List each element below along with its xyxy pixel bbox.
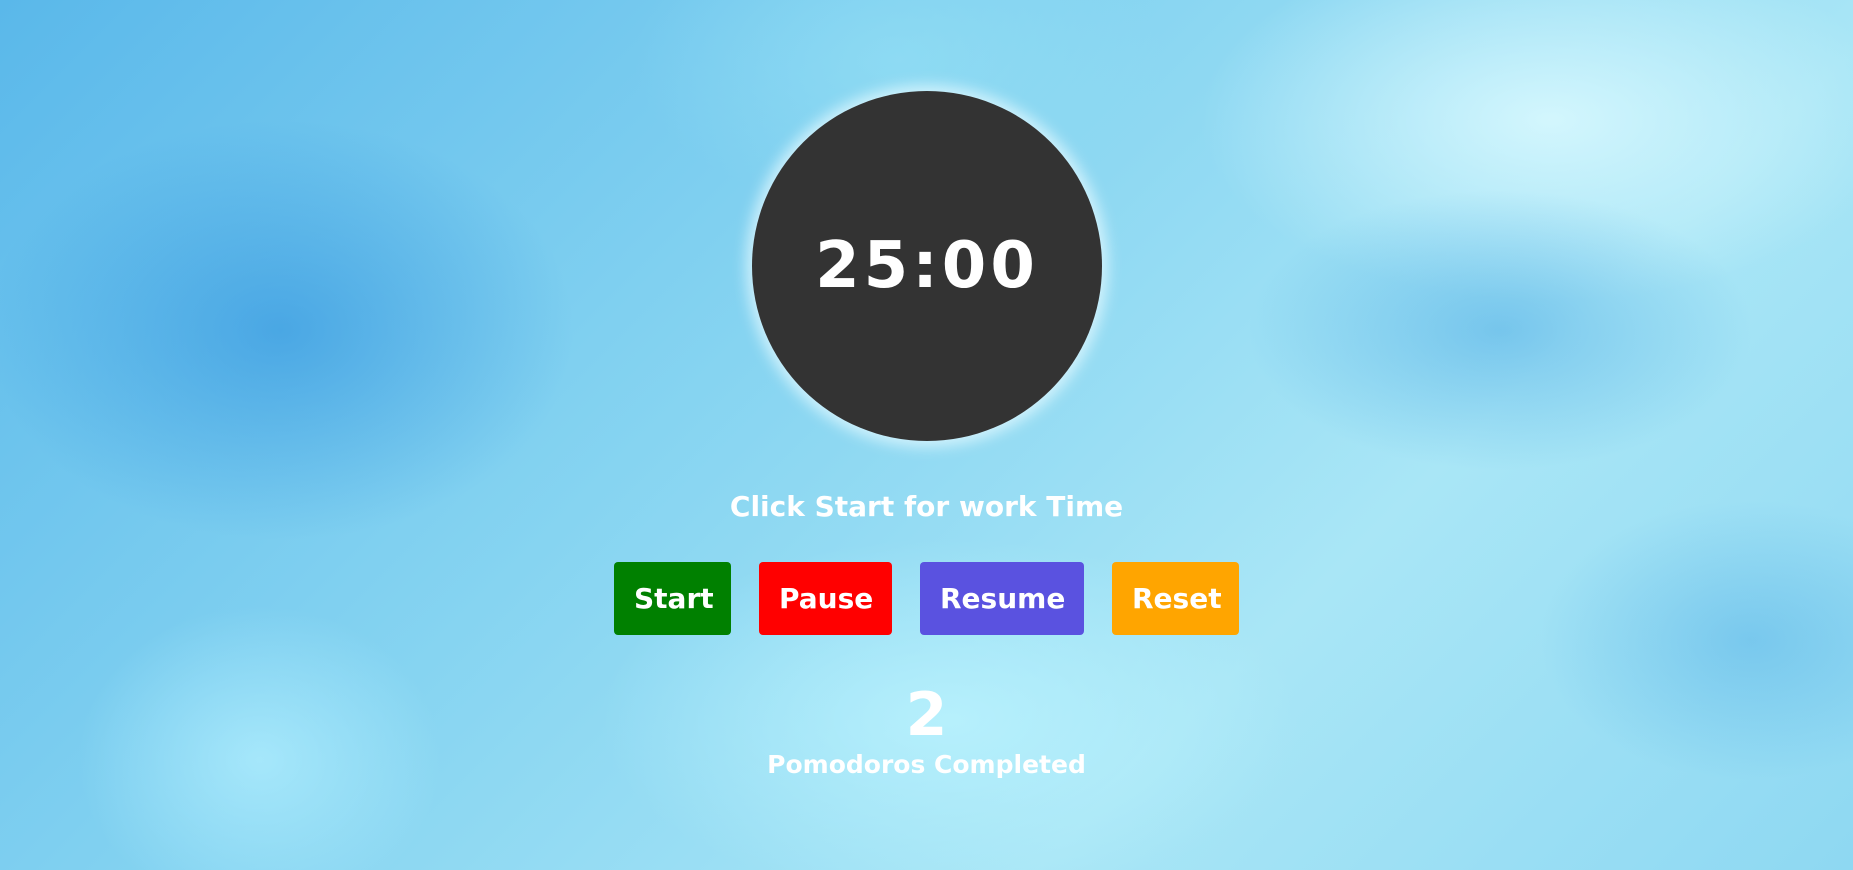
control-buttons: Start Pause Resume Reset xyxy=(0,562,1853,635)
status-message: Click Start for work Time xyxy=(729,490,1124,523)
pomodoro-count-label: Pomodoros Completed xyxy=(767,750,1086,779)
timer-display: 25:00 xyxy=(815,229,1039,303)
start-button[interactable]: Start xyxy=(614,562,731,635)
timer-circle: 25:00 xyxy=(752,91,1102,441)
pomodoro-count: 2 xyxy=(905,680,948,750)
reset-button[interactable]: Reset xyxy=(1112,562,1239,635)
pause-button[interactable]: Pause xyxy=(759,562,892,635)
resume-button[interactable]: Resume xyxy=(920,562,1084,635)
